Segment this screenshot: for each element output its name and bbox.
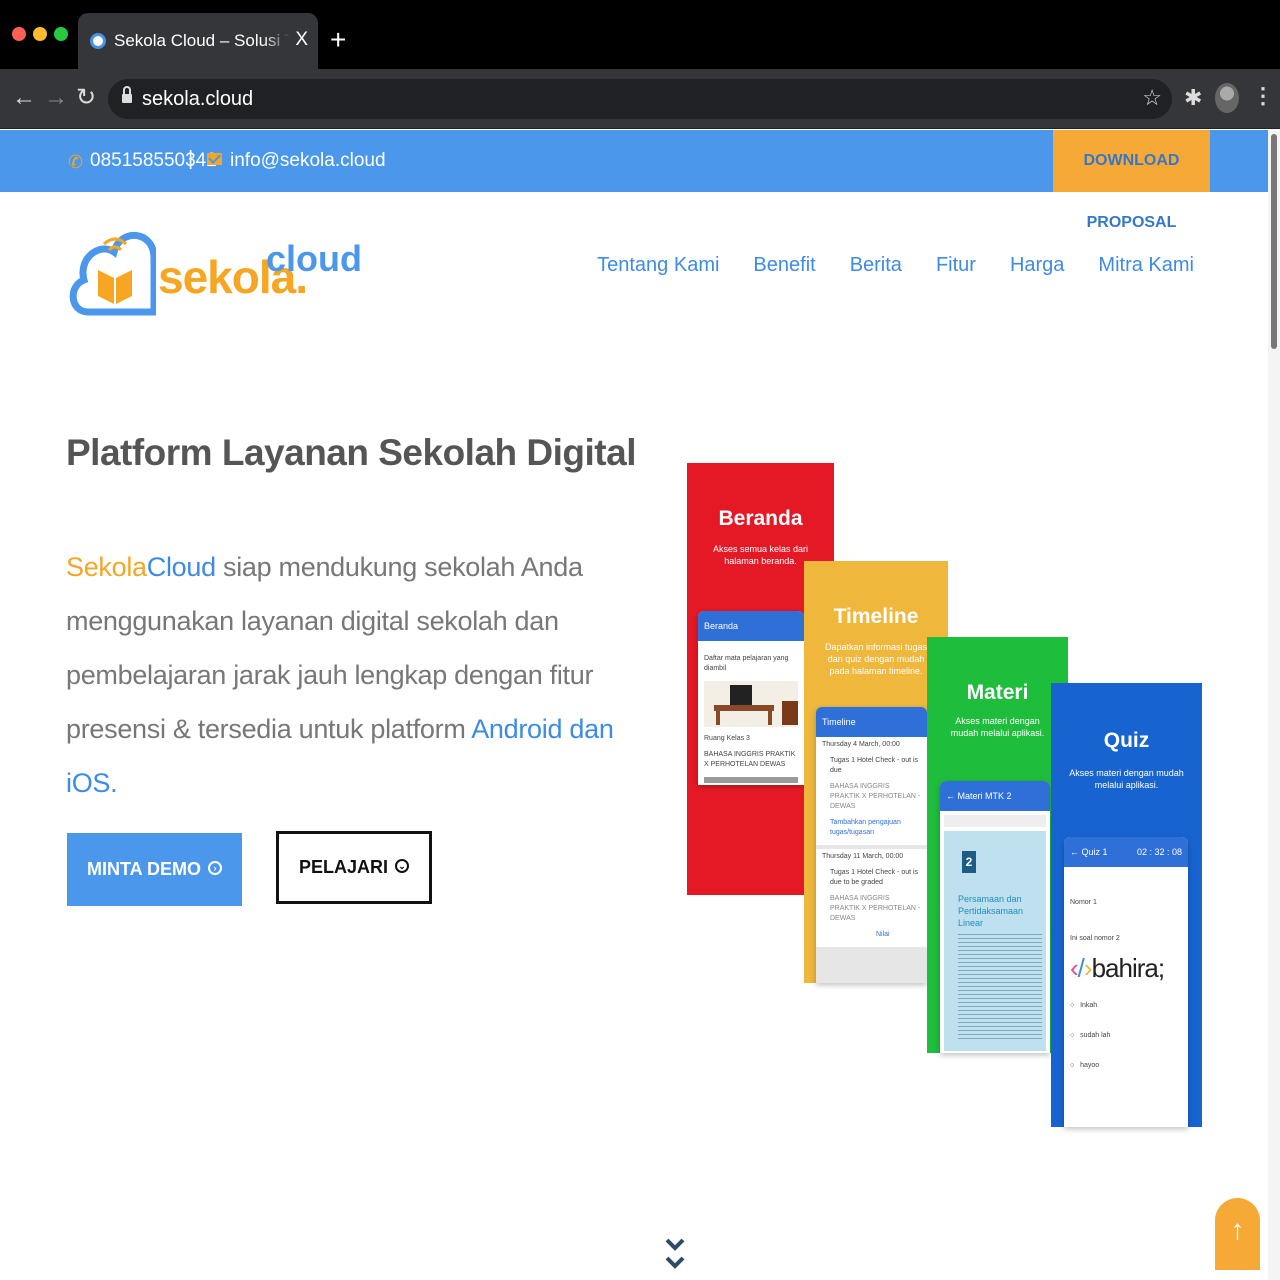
logo-sup: cloud (266, 238, 362, 279)
nav-item-benefit[interactable]: Benefit (753, 254, 815, 277)
timeline-screen-header: Timeline (816, 707, 927, 737)
nav-item-mitra-kami[interactable]: Mitra Kami (1098, 254, 1194, 277)
progress-bar (704, 777, 798, 783)
browser-tab[interactable]: Sekola Cloud – Solusi Terbaik Layanan Se… (78, 13, 318, 69)
quiz-number: Nomor 1 (1070, 899, 1097, 906)
timeline-subtitle: Dapatkan informasi tugas dan quiz dengan… (824, 642, 928, 676)
materi-subtitle: Akses materi dengan mudah melalui aplika… (950, 716, 1045, 738)
reload-icon[interactable]: ↻ (76, 83, 96, 113)
scrollbar-thumb[interactable] (1271, 134, 1277, 349)
minimize-window-button[interactable] (33, 27, 47, 41)
email-link[interactable]: info@sekola.cloud (230, 150, 386, 172)
timeline-course-1: BAHASA INGGRIS PRAKTIK X PERHOTELAN - DE… (830, 783, 921, 810)
download-proposal-button[interactable]: DOWNLOAD PROPOSAL (1053, 130, 1210, 231)
nav-item-fitur[interactable]: Fitur (936, 254, 976, 277)
site-logo[interactable]: sekola. cloud (66, 208, 362, 326)
materi-screen-header: ← Materi MTK 2 (940, 781, 1050, 811)
timeline-task-2[interactable]: Tugas 1 Hotel Check - out is due to be g… (816, 865, 927, 891)
browser-titlebar: Sekola Cloud – Solusi Terbaik Layanan Se… (0, 0, 1280, 69)
address-bar[interactable]: sekola.cloud ☆ (108, 79, 1172, 119)
timeline-date-2: Thursday 11 March, 00:00 (822, 853, 904, 860)
materi-screen: ← Materi MTK 2 2 Persamaan dan Pertidaks… (940, 781, 1050, 1053)
beranda-screen: Beranda Daftar mata pelajaran yang diamb… (698, 611, 804, 785)
profile-avatar[interactable] (1215, 83, 1239, 113)
quiz-title: Quiz (1103, 729, 1150, 752)
favicon-icon (90, 33, 106, 49)
new-tab-button[interactable]: + (330, 26, 346, 54)
timeline-date-1: Thursday 4 March, 00:00 (822, 741, 900, 748)
quiz-option-1[interactable]: ○ Inkah (1064, 998, 1188, 1014)
url-text[interactable]: sekola.cloud (142, 88, 253, 111)
nav-item-harga[interactable]: Harga (1010, 254, 1064, 277)
materi-title: Materi (966, 681, 1029, 704)
bahira-logo: ‹/›bahira; (1070, 953, 1165, 983)
arrow-circle-right-icon: › (208, 861, 222, 876)
browser-toolbar: ← → ↻ sekola.cloud ☆ ✱ ⋮ (0, 69, 1280, 129)
maximize-window-button[interactable] (54, 27, 68, 41)
menu-icon[interactable]: ⋮ (1252, 83, 1274, 109)
quiz-timer: 02 : 32 : 08 (1136, 847, 1182, 857)
chevrons-down-icon[interactable] (663, 1234, 687, 1274)
beranda-screen-header: Beranda (698, 611, 804, 641)
timeline-task-1[interactable]: Tugas 1 Hotel Check - out is due (816, 753, 927, 779)
extensions-icon[interactable]: ✱ (1184, 85, 1202, 111)
quiz-screen-header: ← Quiz 1 02 : 32 : 08 (1064, 837, 1188, 867)
timeline-link-2[interactable]: Nilai (816, 927, 927, 943)
arrow-up-icon: ↑ (1230, 1214, 1245, 1245)
mail-icon (207, 153, 222, 165)
main-nav: Tentang Kami Benefit Berita Fitur Harga … (597, 254, 1194, 277)
timeline-link-1[interactable]: Tambahkan pengajuan tugas/tugasan (816, 815, 927, 841)
close-window-button[interactable] (12, 27, 26, 41)
hero-title: Platform Layanan Sekolah Digital (66, 432, 636, 473)
star-icon[interactable]: ☆ (1142, 85, 1162, 111)
brand-cloud: Cloud (146, 552, 216, 582)
quiz-option-3[interactable]: ○ hayoo (1064, 1058, 1188, 1074)
quiz-option-2[interactable]: ○ sudah lah (1064, 1028, 1188, 1044)
tab-close-button[interactable]: X (295, 29, 308, 51)
course-name: BAHASA INGGRIS PRAKTIK X PERHOTELAN DEWA… (704, 751, 796, 768)
room-label: Ruang Kelas 3 (704, 735, 750, 742)
pdf-toolbar (944, 815, 1046, 827)
quiz-panel: Quiz Akses materi dengan mudah melalui a… (1051, 683, 1202, 1127)
brand-sekola: Sekola (66, 552, 147, 582)
timeline-title: Timeline (833, 605, 919, 628)
arrow-circle-down-icon: ⌄ (395, 859, 410, 874)
quiz-subtitle: Akses materi dengan mudah melalui aplika… (1069, 768, 1184, 790)
chapter-title: Persamaan dan Pertidaksamaan Linear (958, 894, 1024, 928)
phone-icon: ✆ (68, 152, 84, 172)
beranda-title: Beranda (718, 507, 803, 530)
tab-title: Sekola Cloud – Solusi Terbaik Layanan Se… (114, 31, 290, 50)
learn-more-button[interactable]: PELAJARI ⌄ (276, 831, 432, 904)
chapter-number: 2 (962, 851, 976, 873)
back-icon[interactable]: ← (12, 83, 36, 113)
pdf-page: 2 Persamaan dan Pertidaksamaan Linear (944, 831, 1046, 1051)
contact-bar: ✆ 085158550342 | info@sekola.cloud DOWNL… (0, 130, 1268, 231)
hero-description: SekolaCloud siap mendukung sekolah Anda … (66, 552, 614, 798)
classroom-image (704, 681, 798, 727)
quiz-question: Ini soal nomor 2 (1070, 935, 1120, 942)
course-list-title: Daftar mata pelajaran yang diambil (704, 655, 789, 672)
forward-icon[interactable]: → (44, 83, 68, 113)
request-demo-button[interactable]: MINTA DEMO › (67, 833, 242, 906)
page-scrollbar[interactable] (1268, 130, 1280, 1280)
logo-cloud-icon (69, 232, 156, 316)
quiz-screen: ← Quiz 1 02 : 32 : 08 Nomor 1 Ini soal no… (1064, 837, 1188, 1127)
nav-item-tentang-kami[interactable]: Tentang Kami (597, 254, 719, 277)
contact-separator: | (188, 148, 194, 170)
phone-number[interactable]: 085158550342 (90, 150, 217, 172)
beranda-subtitle: Akses semua kelas dari halaman beranda. (712, 544, 808, 566)
back-to-top-button[interactable]: ↑ (1215, 1198, 1260, 1270)
lock-icon (122, 86, 132, 105)
timeline-course-2: BAHASA INGGRIS PRAKTIK X PERHOTELAN - DE… (830, 895, 921, 922)
nav-item-berita[interactable]: Berita (850, 254, 902, 277)
materi-panel: Materi Akses materi dengan mudah melalui… (927, 637, 1068, 1053)
timeline-screen: Timeline Thursday 4 March, 00:00 Tugas 1… (816, 707, 927, 983)
